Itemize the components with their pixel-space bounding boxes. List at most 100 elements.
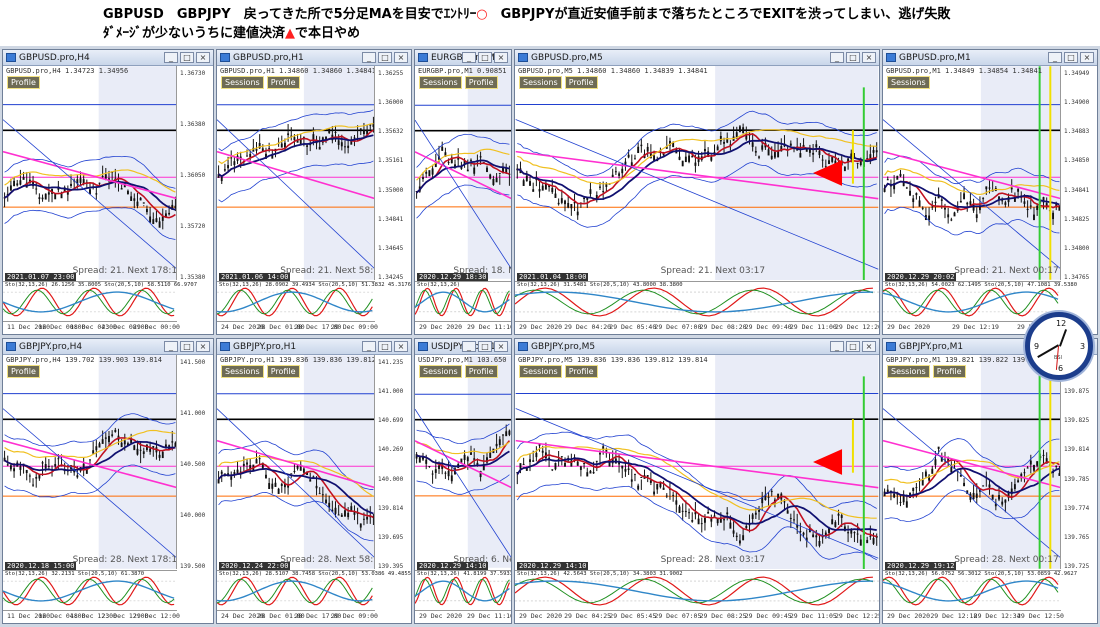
stochastic-subwindow[interactable]: Sto(32,13,26) 56.0752 56.3012 Sto(20,5,1…: [883, 570, 1077, 611]
close-button[interactable]: ×: [494, 341, 508, 352]
price-scale[interactable]: 1.34949 1.34900 1.34883 1.34850 1.34841 1.348…: [1060, 66, 1097, 281]
window-titlebar[interactable]: GBPUSD.pro,H4 _ □ ×: [3, 50, 213, 66]
close-button[interactable]: ×: [394, 52, 408, 63]
close-button[interactable]: ×: [394, 341, 408, 352]
chart-window-gbpusd-pro-h1[interactable]: GBPUSD.pro,H1 _ □ × GBPUSD.pro,H1 1.34860 1.…: [216, 49, 412, 335]
minimize-button[interactable]: _: [362, 52, 376, 63]
stochastic-subwindow[interactable]: Sto(32,13,26): [415, 281, 511, 322]
close-button[interactable]: ×: [494, 52, 508, 63]
close-button[interactable]: ×: [196, 341, 210, 352]
badge-sessions[interactable]: Sessions: [887, 365, 930, 378]
badge-sessions[interactable]: Sessions: [419, 365, 462, 378]
window-titlebar[interactable]: GBPUSD.pro,M5 _ □ ×: [515, 50, 879, 66]
badge-profile[interactable]: Profile: [464, 76, 498, 89]
stochastic-subwindow[interactable]: Sto(32,13,26) 32.2131 Sto(20,5,10) 61.38…: [3, 570, 177, 611]
minimize-button[interactable]: _: [362, 341, 376, 352]
maximize-button[interactable]: □: [1064, 52, 1078, 63]
minimize-button[interactable]: _: [164, 52, 178, 63]
window-titlebar[interactable]: GBPJPY.pro,M5 _ □ ×: [515, 339, 879, 355]
window-titlebar[interactable]: USDJPY.pro,M1_□×: [415, 339, 511, 355]
price-chart[interactable]: EURGBP.pro,M1 0.90851 0.90850SessionsPro…: [415, 66, 511, 281]
candle-body: [44, 464, 47, 469]
stochastic-subwindow[interactable]: Sto(32,13,26) 26.1256 35.8005 Sto(20,5,1…: [3, 281, 197, 322]
price-tick: 1.34645: [378, 244, 404, 252]
minimize-button[interactable]: _: [462, 341, 476, 352]
badge-sessions[interactable]: Sessions: [419, 76, 462, 89]
chart-window-eurgbp-pro-m1[interactable]: EURGBP.pro,M1_□×EURGBP.pro,M1 0.90851 0.…: [414, 49, 512, 335]
maximize-button[interactable]: □: [180, 52, 194, 63]
badge-profile[interactable]: Profile: [464, 365, 498, 378]
maximize-button[interactable]: □: [846, 341, 860, 352]
price-tick: 140.500: [180, 461, 206, 468]
maximize-button[interactable]: □: [478, 341, 492, 352]
stochastic-canvas: [415, 287, 511, 317]
price-chart[interactable]: GBPUSD.pro,M5 1.34860 1.34860 1.34839 1.…: [515, 66, 879, 281]
maximize-button[interactable]: □: [378, 341, 392, 352]
close-button[interactable]: ×: [1080, 52, 1094, 63]
badge-sessions[interactable]: Sessions: [887, 76, 930, 89]
price-chart[interactable]: GBPJPY.pro,H1 139.836 139.836 139.812 13…: [217, 355, 410, 570]
chart-window-usdjpy-pro-m1[interactable]: USDJPY.pro,M1_□×USDJPY.pro,M1 103.650 10…: [414, 338, 512, 624]
maximize-button[interactable]: □: [180, 341, 194, 352]
badge-profile[interactable]: Profile: [7, 76, 40, 89]
window-titlebar[interactable]: GBPUSD.pro,H1 _ □ ×: [217, 50, 411, 66]
window-titlebar[interactable]: GBPUSD.pro,M1 _ □ ×: [883, 50, 1097, 66]
badge-sessions[interactable]: Sessions: [519, 76, 562, 89]
candle-body: [217, 479, 220, 484]
crosshair-date: 2020.12.29 14:10: [417, 562, 489, 570]
close-button[interactable]: ×: [862, 52, 876, 63]
price-chart[interactable]: GBPUSD.pro,H4 1.34723 1.34956 Profile Spre…: [3, 66, 183, 281]
price-chart[interactable]: GBPUSD.pro,M1 1.34849 1.34854 1.34841 Ses…: [883, 66, 1061, 281]
stochastic-subwindow[interactable]: Sto(32,13,26) 41.8199 37.5933: [415, 570, 511, 611]
chart-window-gbpusd-pro-h4[interactable]: GBPUSD.pro,H4 _ □ × GBPUSD.pro,H4 1.34723 1.…: [2, 49, 214, 335]
chart-window-gbpjpy-pro-m1[interactable]: GBPJPY.pro,M1_□×GBPJPY.pro,M1 139.821 13…: [882, 338, 1098, 624]
candle-body: [770, 155, 773, 159]
minimize-button[interactable]: _: [830, 341, 844, 352]
stochastic-subwindow[interactable]: Sto(32,13,26) 54.0023 62.1495 Sto(20,5,1…: [883, 281, 1077, 322]
stochastic-subwindow[interactable]: Sto(32,13,26) 28.5107 38.7458 Sto(20,5,1…: [217, 570, 411, 611]
chart-window-gbpjpy-pro-m5[interactable]: GBPJPY.pro,M5 _ □ × GBPJPY.pro,M5 139.836 13…: [514, 338, 880, 624]
price-scale[interactable]: 141.500 141.000 140.500 140.000 139.500: [176, 355, 213, 570]
chart-window-gbpusd-pro-m1[interactable]: GBPUSD.pro,M1 _ □ × GBPUSD.pro,M1 1.34849 1.…: [882, 49, 1098, 335]
maximize-button[interactable]: □: [846, 52, 860, 63]
badge-profile[interactable]: Profile: [564, 76, 598, 89]
maximize-button[interactable]: □: [378, 52, 392, 63]
minimize-button[interactable]: _: [1048, 52, 1062, 63]
candle-body: [255, 148, 258, 151]
window-titlebar[interactable]: GBPJPY.pro,H1 _ □ ×: [217, 339, 411, 355]
price-chart[interactable]: GBPJPY.pro,M1 139.821 139.822 139.814 Ses…: [883, 355, 1061, 570]
window-titlebar[interactable]: GBPJPY.pro,H4 _ □ ×: [3, 339, 213, 355]
stochastic-subwindow[interactable]: Sto(32,13,26) 31.5481 Sto(20,5,10) 43.80…: [515, 281, 879, 322]
minimize-button[interactable]: _: [830, 52, 844, 63]
chart-window-gbpusd-pro-m5[interactable]: GBPUSD.pro,M5 _ □ × GBPUSD.pro,M5 1.34860 1.…: [514, 49, 880, 335]
minimize-button[interactable]: _: [164, 341, 178, 352]
maximize-button[interactable]: □: [478, 52, 492, 63]
stochastic-subwindow[interactable]: Sto(32,13,26) 42.5643 Sto(20,5,10) 34.38…: [515, 570, 879, 611]
badge-profile[interactable]: Profile: [932, 365, 966, 378]
badge-profile[interactable]: Profile: [7, 365, 40, 378]
badge-sessions[interactable]: Sessions: [221, 76, 264, 89]
close-button[interactable]: ×: [862, 341, 876, 352]
candle-body: [963, 193, 966, 200]
chart-window-gbpjpy-pro-h4[interactable]: GBPJPY.pro,H4 _ □ × GBPJPY.pro,H4 139.702 13…: [2, 338, 214, 624]
price-chart[interactable]: GBPUSD.pro,H1 1.34860 1.34860 1.34841 Ses…: [217, 66, 385, 281]
close-button[interactable]: ×: [196, 52, 210, 63]
stochastic-subwindow[interactable]: Sto(32,13,26) 28.0902 39.4934 Sto(20,5,1…: [217, 281, 411, 322]
badge-profile[interactable]: Profile: [564, 365, 598, 378]
price-scale[interactable]: 1.36730 1.36380 1.36050 1.35720 1.35380: [176, 66, 213, 281]
price-scale[interactable]: 141.235 141.000 140.699 140.269 140.000 139.8…: [374, 355, 411, 570]
window-titlebar[interactable]: EURGBP.pro,M1_□×: [415, 50, 511, 66]
time-tick: 29 Dec 12:20: [835, 323, 880, 331]
price-scale[interactable]: 139.906139.875139.825139.814139.785139.7…: [1060, 355, 1097, 570]
badge-profile[interactable]: Profile: [266, 76, 300, 89]
candle-body: [793, 519, 795, 521]
badge-sessions[interactable]: Sessions: [221, 365, 264, 378]
badge-sessions[interactable]: Sessions: [519, 365, 562, 378]
price-chart[interactable]: USDJPY.pro,M1 103.650 103.656SessionsPro…: [415, 355, 511, 570]
price-chart[interactable]: GBPJPY.pro,H4 139.702 139.903 139.814 Pro…: [3, 355, 183, 570]
chart-window-gbpjpy-pro-h1[interactable]: GBPJPY.pro,H1 _ □ × GBPJPY.pro,H1 139.836 13…: [216, 338, 412, 624]
price-scale[interactable]: 1.36255 1.36000 1.35632 1.35161 1.35000 1.348…: [374, 66, 411, 281]
badge-profile[interactable]: Profile: [266, 365, 300, 378]
minimize-button[interactable]: _: [462, 52, 476, 63]
price-chart[interactable]: GBPJPY.pro,M5 139.836 139.836 139.812 13…: [515, 355, 879, 570]
